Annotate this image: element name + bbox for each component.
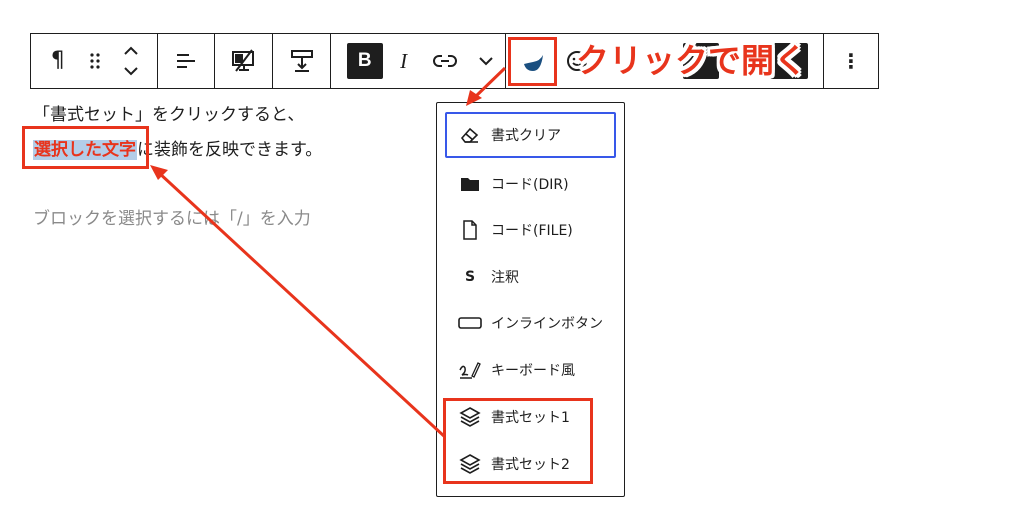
open-arrow bbox=[472, 66, 507, 100]
apply-arrow bbox=[156, 170, 447, 439]
annotation-arrows bbox=[150, 66, 507, 439]
